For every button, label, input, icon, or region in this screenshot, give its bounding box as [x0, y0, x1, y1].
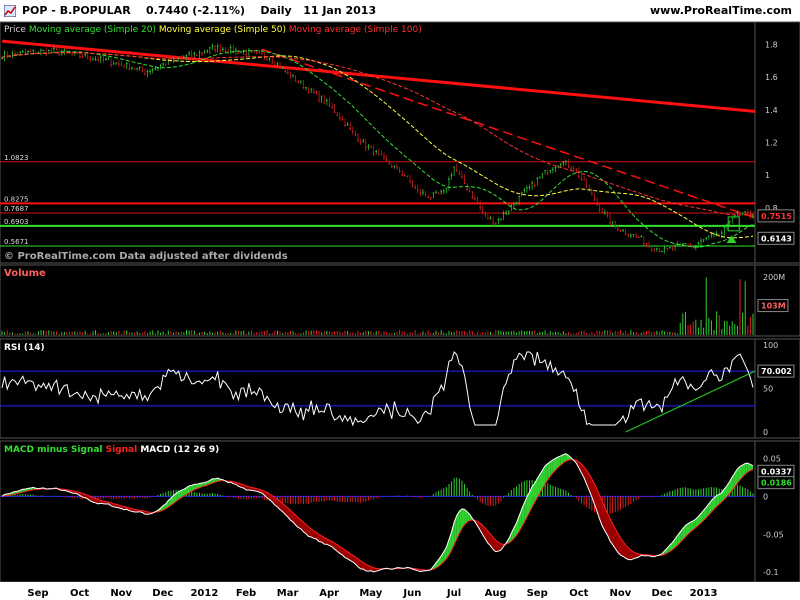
- rsi-y-tick: 50: [763, 385, 773, 394]
- rsi-y-tick: 100: [763, 341, 778, 350]
- x-tick-label: May: [359, 588, 382, 599]
- value-tag: 0.6143: [761, 234, 792, 243]
- x-tick-label: Jun: [402, 588, 421, 599]
- price-y-tick: 1.2: [765, 139, 778, 148]
- x-tick-label: Dec: [651, 588, 672, 599]
- panel-macd: [0, 440, 756, 583]
- x-tick-label: Oct: [569, 588, 588, 599]
- price-y-tick: 1.4: [765, 106, 778, 115]
- x-tick-label: 2013: [690, 588, 718, 599]
- x-tick-label: Nov: [110, 588, 132, 599]
- x-tick-label: Nov: [610, 588, 632, 599]
- x-axis: Sep Oct Nov Dec 2012 Feb Mar Apr May Jun Jul Aug Sep…: [0, 582, 800, 600]
- watermark: © ProRealTime.com Data adjusted after di…: [4, 251, 288, 262]
- legend-entry: Moving average (Simple 100): [289, 25, 422, 35]
- rsi-y-tick: 0: [763, 428, 768, 437]
- level-label: 0.7687: [4, 205, 29, 213]
- level-label: 0.5671: [4, 238, 29, 246]
- macd-value-tag: 0.0337: [761, 467, 792, 476]
- legend-entry: Signal: [106, 445, 141, 455]
- x-tick-label: 2012: [190, 588, 218, 599]
- x-tick-label: Sep: [27, 588, 48, 599]
- macd-y-tick: 0.05: [763, 454, 781, 463]
- price-y-tick: 1: [765, 171, 770, 180]
- x-tick-label: Dec: [152, 588, 173, 599]
- axis-rsi: [754, 338, 800, 439]
- legend-entry: Moving average (Simple 50): [159, 25, 289, 35]
- rsi-value-tag: 70.002: [761, 367, 792, 376]
- level-label: 1.0823: [4, 154, 29, 162]
- macd-legend: MACD minus Signal Signal MACD (12 26 9): [4, 445, 219, 455]
- value-tag: 0.7515: [761, 212, 792, 221]
- level-label: 0.8275: [4, 195, 29, 203]
- x-tick-label: Sep: [527, 588, 548, 599]
- chart-stage: POP - B.POPULAR 0.7440 (-2.11%) Daily 11…: [0, 0, 800, 600]
- price-y-tick: 1.8: [765, 40, 778, 49]
- x-tick-label: Apr: [319, 588, 339, 599]
- panel-rsi: [0, 338, 756, 439]
- chart-svg: Sep Oct Nov Dec 2012 Feb Mar Apr May Jun Jul Aug Sep…: [0, 21, 800, 600]
- legend-entry: MACD minus Signal: [4, 445, 106, 455]
- x-tick-label: Oct: [70, 588, 89, 599]
- panel-volume: [0, 264, 756, 337]
- x-tick-label: Aug: [485, 588, 507, 599]
- legend-entry: MACD: [140, 445, 173, 455]
- legend-entry: (12 26 9): [173, 445, 219, 455]
- rsi-legend: RSI (14): [4, 343, 45, 353]
- price-legend: Price Moving average (Simple 20) Moving …: [4, 25, 422, 35]
- volume-y-tick: 200M: [763, 273, 785, 282]
- macd-y-tick: -0.1: [763, 568, 779, 577]
- macd-y-tick: -0.05: [763, 530, 784, 539]
- x-tick-label: Mar: [277, 588, 299, 599]
- macd-value-tag: 0.0186: [761, 479, 792, 488]
- x-tick-label: Feb: [236, 588, 256, 599]
- volume-legend: Volume: [4, 268, 46, 279]
- price-y-tick: 1.6: [765, 73, 778, 82]
- macd-y-tick: 0: [763, 492, 768, 501]
- legend-entry: Price: [4, 25, 29, 35]
- volume-value-tag: 103M: [761, 302, 786, 311]
- x-tick-label: Jul: [446, 588, 461, 599]
- legend-entry: Moving average (Simple 20): [29, 25, 159, 35]
- level-label: 0.6903: [4, 218, 29, 226]
